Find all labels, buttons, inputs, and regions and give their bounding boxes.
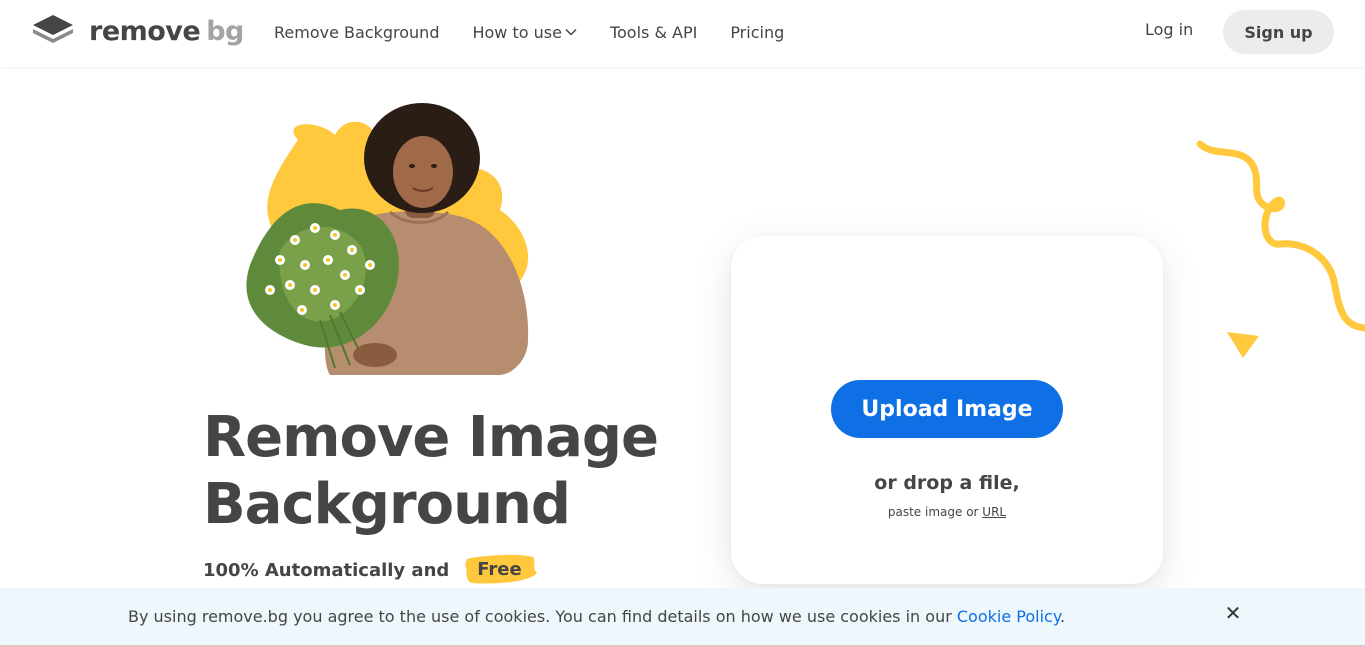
drop-file-text: or drop a file, bbox=[874, 472, 1020, 494]
cookie-banner: By using remove.bg you agree to the use … bbox=[0, 588, 1365, 647]
free-badge: Free bbox=[461, 554, 538, 584]
page-title: Remove Image Background bbox=[203, 404, 723, 538]
nav-pricing[interactable]: Pricing bbox=[730, 23, 784, 42]
paste-hint: paste image or URL bbox=[887, 505, 1007, 519]
cookie-policy-link[interactable]: Cookie Policy bbox=[957, 607, 1060, 626]
triangle-decoration bbox=[1227, 332, 1259, 358]
upload-card: Upload Image or drop a file, paste image… bbox=[731, 236, 1163, 584]
subtitle-text: 100% Automatically and bbox=[203, 560, 450, 581]
squiggle-decoration bbox=[1196, 140, 1365, 332]
nav-tools-api[interactable]: Tools & API bbox=[610, 23, 697, 42]
upload-image-button[interactable]: Upload Image bbox=[831, 380, 1063, 438]
nav-how-to-use[interactable]: How to use bbox=[472, 23, 577, 42]
url-link[interactable]: URL bbox=[982, 505, 1006, 519]
title-line-1: Remove Image bbox=[203, 405, 659, 470]
hero-illustration bbox=[246, 103, 529, 375]
logo-icon bbox=[31, 13, 75, 51]
main-nav: Remove Background How to use Tools & API… bbox=[274, 0, 784, 64]
hero-subtitle: 100% Automatically and Free bbox=[203, 554, 538, 584]
login-link[interactable]: Log in bbox=[1145, 20, 1193, 39]
signup-button[interactable]: Sign up bbox=[1223, 10, 1334, 54]
top-navbar: remove bg Remove Background How to use To… bbox=[0, 0, 1365, 68]
title-line-2: Background bbox=[203, 472, 571, 537]
chevron-down-icon bbox=[565, 28, 577, 36]
nav-remove-background[interactable]: Remove Background bbox=[274, 23, 439, 42]
cookie-text: By using remove.bg you agree to the use … bbox=[128, 607, 1066, 626]
logo-wordmark: remove bg bbox=[89, 16, 244, 47]
logo[interactable]: remove bg bbox=[31, 14, 244, 50]
close-icon[interactable]: ✕ bbox=[1222, 602, 1244, 624]
